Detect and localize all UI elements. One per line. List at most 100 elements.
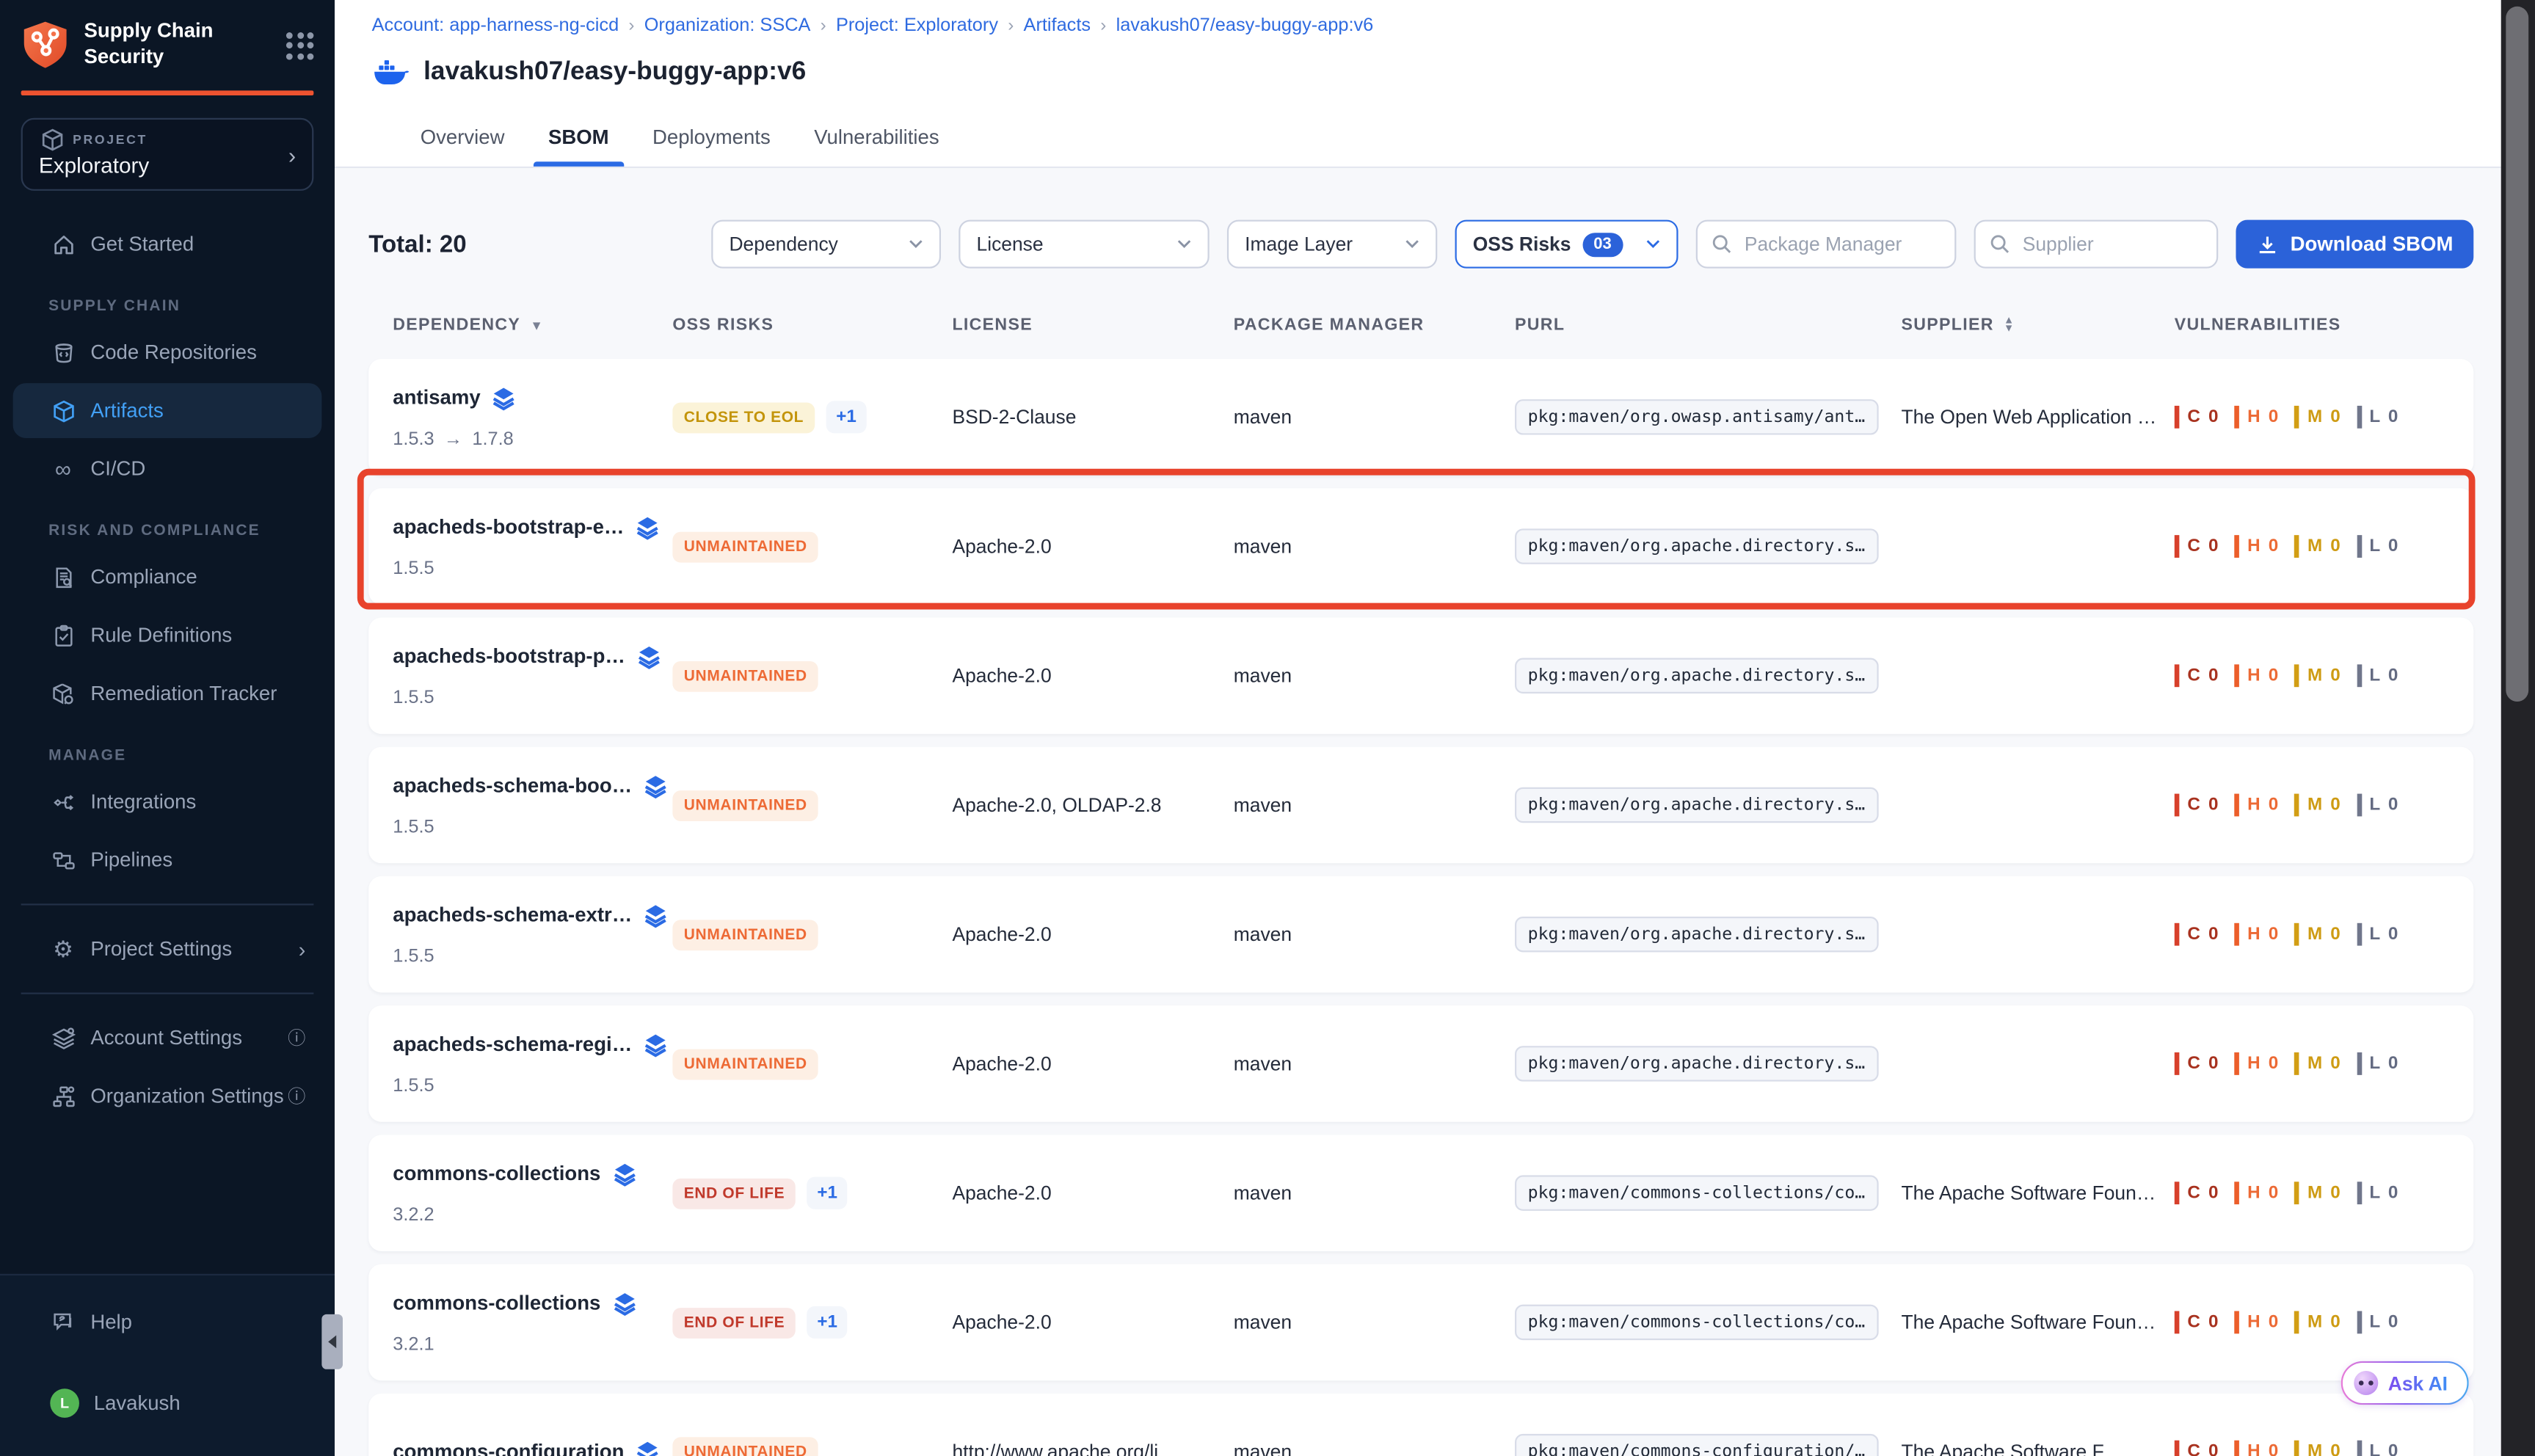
- purl-pill[interactable]: pkg:maven/org.apache.directory.s…: [1515, 787, 1878, 823]
- user-menu[interactable]: L Lavakush: [13, 1376, 322, 1431]
- sidebar-collapse-handle[interactable]: [321, 1314, 343, 1369]
- section-label-supply-chain: SUPPLY CHAIN: [48, 297, 335, 315]
- tab-bar: Overview SBOM Deployments Vulnerabilitie…: [421, 118, 2501, 167]
- sidebar-item-rule-definitions[interactable]: Rule Definitions: [13, 608, 322, 663]
- breadcrumb-project[interactable]: Project: Exploratory: [836, 16, 998, 35]
- dependency-filter-select[interactable]: Dependency: [711, 220, 941, 269]
- purl-pill[interactable]: pkg:maven/org.apache.directory.s…: [1515, 917, 1878, 952]
- sidebar-item-integrations[interactable]: Integrations: [13, 774, 322, 829]
- sidebar-item-artifacts[interactable]: Artifacts: [13, 383, 322, 438]
- purl-pill[interactable]: pkg:maven/commons-configuration/…: [1515, 1434, 1878, 1456]
- app-switcher-grid-icon[interactable]: [286, 32, 313, 59]
- oss-risks-filter-select[interactable]: OSS Risks 03: [1455, 220, 1679, 269]
- search-icon: [1990, 234, 2010, 253]
- risk-extra-count[interactable]: +1: [807, 1177, 847, 1209]
- package-manager-cell: maven: [1234, 923, 1515, 946]
- scrollbar-thumb[interactable]: [2506, 7, 2528, 702]
- sidebar-item-cicd[interactable]: ∞ CI/CD: [13, 441, 322, 496]
- sidebar-item-project-settings[interactable]: ⚙ Project Settings ›: [13, 922, 322, 977]
- tab-deployments[interactable]: Deployments: [652, 126, 771, 167]
- purl-pill[interactable]: pkg:maven/org.owasp.antisamy/ant…: [1515, 399, 1878, 434]
- sidebar: Supply Chain Security PROJECT Explorator…: [0, 0, 335, 1456]
- layers-gear-icon: [50, 1025, 76, 1051]
- sidebar-item-code-repositories[interactable]: Code Repositories: [13, 325, 322, 380]
- info-icon[interactable]: ⓘ: [288, 1025, 305, 1051]
- vulnerability-counts: C 0 H 0 M 0 L 0: [2175, 1311, 2449, 1333]
- col-supplier[interactable]: SUPPLIER▲▼: [1901, 316, 2174, 335]
- table-row-highlighted[interactable]: apacheds-bootstrap-e… 1.5.5 UNMAINTAINED…: [368, 488, 2473, 605]
- chevron-down-icon: [1177, 239, 1192, 249]
- tab-overview[interactable]: Overview: [421, 126, 505, 167]
- breadcrumb-artifact-name[interactable]: lavakush07/easy-buggy-app:v6: [1116, 16, 1374, 35]
- purl-pill[interactable]: pkg:maven/commons-collections/co…: [1515, 1175, 1878, 1210]
- download-icon: [2256, 233, 2277, 255]
- pipelines-icon: [50, 847, 76, 873]
- info-icon[interactable]: ⓘ: [288, 1083, 305, 1109]
- breadcrumb: Account: app-harness-ng-cicd › Organizat…: [372, 16, 2501, 35]
- project-selector[interactable]: PROJECT Exploratory ›: [21, 118, 314, 191]
- license-cell: Apache-2.0: [952, 923, 1233, 946]
- table-row[interactable]: commons-collections 3.2.1 END OF LIFE+1 …: [368, 1264, 2473, 1381]
- breadcrumb-account[interactable]: Account: app-harness-ng-cicd: [372, 16, 619, 35]
- image-layer-filter-select[interactable]: Image Layer: [1227, 220, 1437, 269]
- tab-vulnerabilities[interactable]: Vulnerabilities: [814, 126, 939, 167]
- accent-rule: [21, 90, 314, 95]
- tab-sbom[interactable]: SBOM: [548, 126, 609, 167]
- breadcrumb-artifacts[interactable]: Artifacts: [1024, 16, 1091, 35]
- table-row[interactable]: antisamy 1.5.3→1.7.8 CLOSE TO EOL+1 BSD-…: [368, 359, 2473, 476]
- table-row[interactable]: commons-collections 3.2.2 END OF LIFE+1 …: [368, 1135, 2473, 1251]
- table-header: DEPENDENCY▼ OSS RISKS LICENSE PACKAGE MA…: [368, 313, 2473, 336]
- breadcrumb-organization[interactable]: Organization: SSCA: [644, 16, 811, 35]
- table-row[interactable]: commons-configuration UNMAINTAINED http:…: [368, 1394, 2473, 1456]
- purl-pill[interactable]: pkg:maven/org.apache.directory.s…: [1515, 528, 1878, 564]
- risk-extra-count[interactable]: +1: [826, 401, 866, 433]
- download-sbom-button[interactable]: Download SBOM: [2236, 220, 2473, 269]
- license-cell: BSD-2-Clause: [952, 406, 1233, 429]
- layers-icon: [644, 1032, 668, 1056]
- license-cell: Apache-2.0, OLDAP-2.8: [952, 794, 1233, 817]
- col-dependency[interactable]: DEPENDENCY▼: [393, 316, 672, 335]
- sidebar-item-pipelines[interactable]: Pipelines: [13, 832, 322, 887]
- purl-pill[interactable]: pkg:maven/commons-collections/co…: [1515, 1305, 1878, 1340]
- risk-badge: UNMAINTAINED: [672, 1049, 818, 1080]
- sbom-table: antisamy 1.5.3→1.7.8 CLOSE TO EOL+1 BSD-…: [368, 359, 2473, 1456]
- license-filter-select[interactable]: License: [959, 220, 1209, 269]
- sidebar-item-remediation-tracker[interactable]: Remediation Tracker: [13, 666, 322, 721]
- box-wrench-icon: [50, 680, 76, 706]
- chevron-right-icon: ›: [288, 142, 296, 167]
- total-count: Total: 20: [368, 230, 711, 258]
- sidebar-item-account-settings[interactable]: Account Settings ⓘ: [13, 1011, 322, 1066]
- sidebar-item-get-started[interactable]: Get Started: [13, 216, 322, 272]
- main-area: Account: app-harness-ng-cicd › Organizat…: [335, 0, 2501, 1456]
- risk-badge: END OF LIFE: [672, 1308, 796, 1339]
- table-row[interactable]: apacheds-schema-regi… 1.5.5 UNMAINTAINED…: [368, 1005, 2473, 1122]
- divider: [21, 903, 314, 905]
- breadcrumb-separator: ›: [1100, 16, 1106, 35]
- section-label-manage: MANAGE: [48, 747, 335, 765]
- ask-ai-button[interactable]: Ask AI: [2341, 1361, 2469, 1405]
- sidebar-item-compliance[interactable]: Compliance: [13, 550, 322, 605]
- app-window: Supply Chain Security PROJECT Explorator…: [0, 0, 2535, 1456]
- chevron-right-icon: ›: [299, 937, 306, 961]
- table-row[interactable]: apacheds-schema-boo… 1.5.5 UNMAINTAINED …: [368, 747, 2473, 864]
- shield-logo-icon: [21, 19, 70, 70]
- project-label: PROJECT: [73, 133, 148, 148]
- risk-extra-count[interactable]: +1: [807, 1306, 847, 1339]
- supplier-cell: The Apache Software Foun…: [1901, 1311, 2174, 1333]
- help-chat-icon: [50, 1309, 76, 1335]
- code-repo-icon: [50, 340, 76, 365]
- package-manager-search-input[interactable]: [1741, 231, 1940, 257]
- layers-icon: [612, 1162, 636, 1186]
- sidebar-item-help[interactable]: Help: [13, 1295, 322, 1350]
- package-manager-cell: maven: [1234, 1441, 1515, 1456]
- table-row[interactable]: apacheds-bootstrap-p… 1.5.5 UNMAINTAINED…: [368, 617, 2473, 734]
- sidebar-item-organization-settings[interactable]: Organization Settings ⓘ: [13, 1069, 322, 1124]
- page-scrollbar[interactable]: [2501, 0, 2535, 1456]
- app-title: Supply Chain Security: [84, 20, 239, 70]
- table-row[interactable]: apacheds-schema-extr… 1.5.5 UNMAINTAINED…: [368, 876, 2473, 993]
- supplier-search-input[interactable]: [2019, 231, 2202, 257]
- purl-pill[interactable]: pkg:maven/org.apache.directory.s…: [1515, 1046, 1878, 1081]
- sidebar-nav: Get Started SUPPLY CHAIN Code Repositori…: [0, 214, 335, 1127]
- risk-badge: UNMAINTAINED: [672, 920, 818, 950]
- purl-pill[interactable]: pkg:maven/org.apache.directory.s…: [1515, 658, 1878, 694]
